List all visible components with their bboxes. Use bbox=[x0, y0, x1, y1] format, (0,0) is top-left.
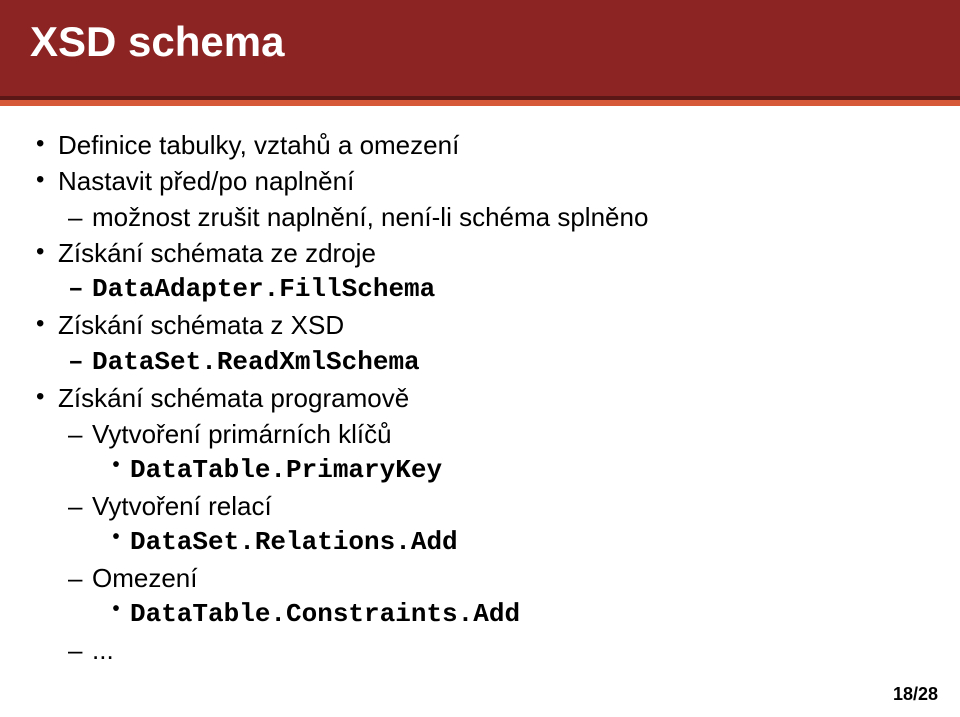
bullet-l3-code: DataTable.Constraints.Add bbox=[130, 597, 930, 632]
slide: { "title": "XSD schema", "bullets": { "b… bbox=[0, 0, 960, 717]
bullet-l2: Vytvoření primárních klíčů bbox=[92, 417, 930, 452]
bullet-l1: Získání schémata z XSD bbox=[58, 308, 930, 343]
bullet-l2: Omezení bbox=[92, 561, 930, 596]
bullet-l2-code: DataSet.ReadXmlSchema bbox=[92, 345, 930, 380]
page-number: 18/28 bbox=[893, 684, 938, 705]
bullet-l2-code: DataAdapter.FillSchema bbox=[92, 272, 930, 307]
bullet-l1: Získání schémata programově bbox=[58, 381, 930, 416]
bullet-l2: ... bbox=[92, 633, 930, 668]
bullet-l2: Vytvoření relací bbox=[92, 489, 930, 524]
bullet-l1: Nastavit před/po naplnění bbox=[58, 164, 930, 199]
bullet-l2: možnost zrušit naplnění, není-li schéma … bbox=[92, 200, 930, 235]
bullet-l1: Definice tabulky, vztahů a omezení bbox=[58, 128, 930, 163]
slide-content: Definice tabulky, vztahů a omezení Nasta… bbox=[0, 106, 960, 668]
bullet-l3-code: DataTable.PrimaryKey bbox=[130, 453, 930, 488]
bullet-l3-code: DataSet.Relations.Add bbox=[130, 525, 930, 560]
slide-title: XSD schema bbox=[30, 18, 960, 66]
bullet-l1: Získání schémata ze zdroje bbox=[58, 236, 930, 271]
slide-header: XSD schema bbox=[0, 0, 960, 96]
